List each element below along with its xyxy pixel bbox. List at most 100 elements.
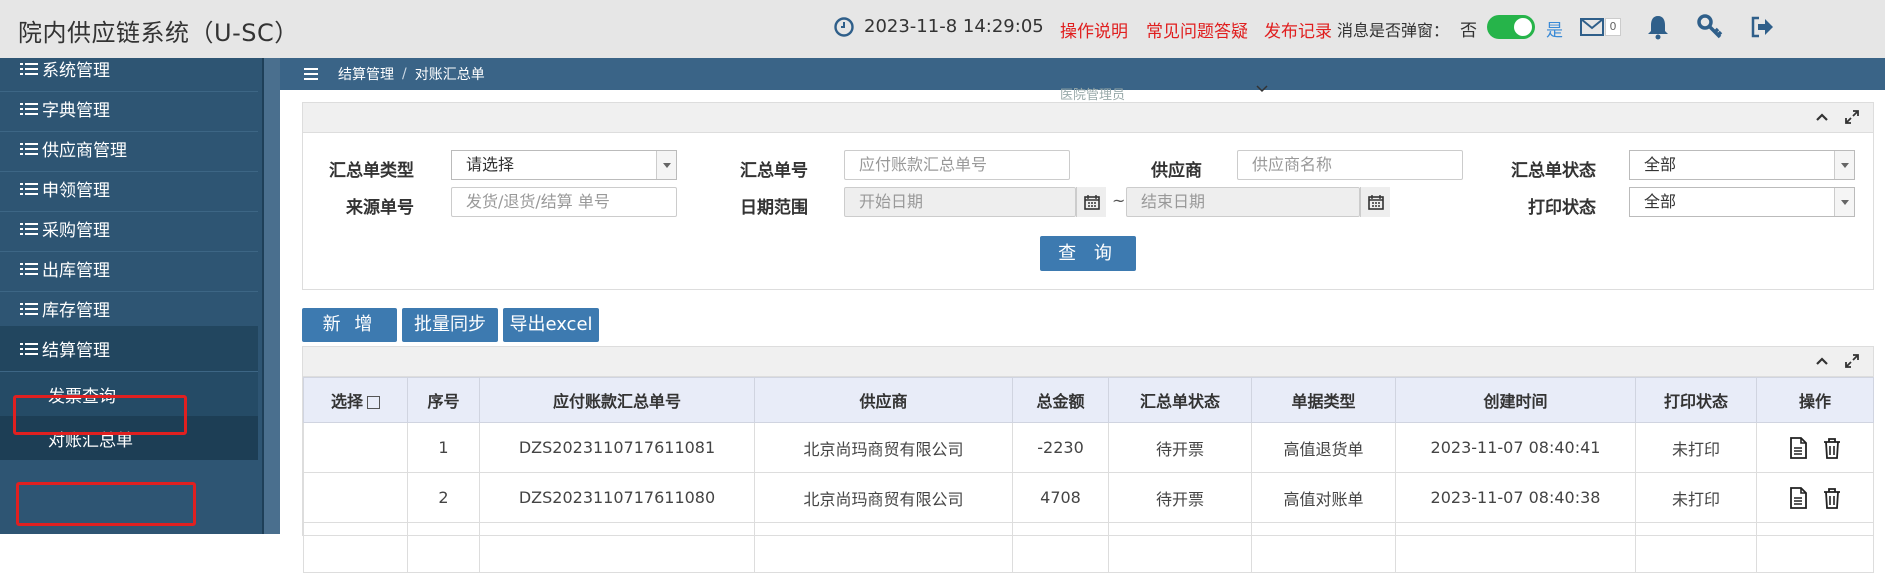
export-excel-button[interactable]: 导出excel xyxy=(503,308,599,342)
sidebar: 系统管理 字典管理 供应商管理 申领管理 采购管理 出库管理 库存管理 结算管理… xyxy=(0,58,262,534)
summary-no-cell: DZS2023110717611081 xyxy=(479,422,755,473)
highlight-box xyxy=(13,395,187,435)
sidebar-item-settlement[interactable]: 结算管理 xyxy=(0,326,258,372)
sidebar-item-label: 采购管理 xyxy=(42,221,110,241)
print-status-select[interactable]: 全部 xyxy=(1629,187,1855,217)
mail-icon[interactable] xyxy=(1580,18,1604,36)
breadcrumb-parent[interactable]: 结算管理 xyxy=(338,64,394,84)
column-header: 供应商 xyxy=(754,377,1013,423)
print-status-value: 全部 xyxy=(1644,192,1677,211)
list-icon xyxy=(20,342,38,355)
chevron-down-icon[interactable] xyxy=(1256,84,1268,94)
expand-icon[interactable] xyxy=(1843,352,1861,370)
summary-no-label: 汇总单号 xyxy=(740,161,808,181)
summary-type-label: 汇总单类型 xyxy=(329,161,414,181)
supplier-label: 供应商 xyxy=(1151,161,1202,181)
popup-toggle[interactable] xyxy=(1487,15,1535,39)
dropdown-arrow-icon xyxy=(656,151,676,179)
created-cell: 2023-11-07 08:40:41 xyxy=(1395,422,1636,473)
summary-status-value: 全部 xyxy=(1644,155,1677,174)
breadcrumb-separator: / xyxy=(402,66,407,82)
select-all-checkbox[interactable] xyxy=(367,396,380,409)
actions-cell xyxy=(1756,472,1874,523)
column-header: 打印状态 xyxy=(1635,377,1757,423)
status-cell: 待开票 xyxy=(1108,472,1252,523)
clock-icon xyxy=(834,17,854,37)
summary-table: 选择 序号 应付账款汇总单号 供应商 总金额 汇总单状态 单据类型 创建时间 打… xyxy=(303,377,1874,573)
faq-link[interactable]: 常见问题答疑 xyxy=(1146,17,1248,42)
date-range-separator: ~ xyxy=(1112,191,1126,210)
toggle-off-label: 否 xyxy=(1460,21,1477,41)
sidebar-item-label: 库存管理 xyxy=(42,301,110,321)
release-notes-link[interactable]: 发布记录 xyxy=(1264,17,1332,42)
expand-icon[interactable] xyxy=(1843,108,1861,126)
print-status-label: 打印状态 xyxy=(1528,198,1596,218)
table-row[interactable]: 2 DZS2023110717611080 北京尚玛商贸有限公司 4708 待开… xyxy=(303,472,1874,523)
column-header: 创建时间 xyxy=(1395,377,1636,423)
summary-type-value: 请选择 xyxy=(466,155,515,174)
end-date-calendar-button[interactable] xyxy=(1360,187,1390,217)
dropdown-arrow-icon xyxy=(1834,151,1854,179)
dropdown-arrow-icon xyxy=(1834,188,1854,216)
actions-cell xyxy=(1756,422,1874,473)
app-title: 院内供应链系统（U-SC） xyxy=(18,19,299,47)
collapse-icon[interactable] xyxy=(1813,108,1831,126)
sidebar-scrollbar[interactable] xyxy=(262,58,280,534)
document-icon[interactable] xyxy=(1788,436,1808,459)
list-icon xyxy=(20,302,38,315)
supplier-input[interactable]: 供应商名称 xyxy=(1237,150,1463,180)
collapse-icon[interactable] xyxy=(1813,352,1831,370)
menu-icon[interactable] xyxy=(304,68,318,80)
key-icon[interactable] xyxy=(1697,14,1723,40)
seq-cell: 1 xyxy=(407,422,480,473)
summary-status-label: 汇总单状态 xyxy=(1511,161,1596,181)
summary-no-input[interactable]: 应付账款汇总单号 xyxy=(844,150,1070,180)
start-date-input[interactable]: 开始日期 xyxy=(844,187,1076,217)
calendar-icon xyxy=(1367,195,1384,210)
source-no-label: 来源单号 xyxy=(346,198,414,218)
logout-icon[interactable] xyxy=(1750,16,1774,38)
end-date-input[interactable]: 结束日期 xyxy=(1126,187,1360,217)
add-button[interactable]: 新 增 xyxy=(302,308,397,342)
start-date-calendar-button[interactable] xyxy=(1076,187,1106,217)
summary-type-select[interactable]: 请选择 xyxy=(451,150,677,180)
column-header: 汇总单状态 xyxy=(1108,377,1252,423)
document-icon[interactable] xyxy=(1788,486,1808,509)
column-header: 单据类型 xyxy=(1251,377,1396,423)
list-icon xyxy=(20,262,38,275)
toggle-on-label: 是 xyxy=(1546,21,1563,41)
amount-cell: -2230 xyxy=(1012,422,1109,473)
top-bar: 院内供应链系统（U-SC） 2023-11-8 14:29:05 操作说明 常见… xyxy=(0,0,1885,58)
bell-icon[interactable] xyxy=(1646,14,1670,40)
mail-count-badge: 0 xyxy=(1605,18,1621,36)
amount-cell: 4708 xyxy=(1012,472,1109,523)
select-header[interactable]: 选择 xyxy=(303,377,408,423)
list-icon xyxy=(20,102,38,115)
table-row[interactable]: 1 DZS2023110717611081 北京尚玛商贸有限公司 -2230 待… xyxy=(303,422,1874,473)
source-no-input[interactable]: 发货/退货/结算 单号 xyxy=(451,187,677,217)
trash-icon[interactable] xyxy=(1822,437,1842,459)
column-header: 应付账款汇总单号 xyxy=(479,377,755,423)
popup-setting-label: 消息是否弹窗： xyxy=(1337,21,1450,40)
column-header: 操作 xyxy=(1756,377,1874,423)
summary-status-select[interactable]: 全部 xyxy=(1629,150,1855,180)
select-cell[interactable] xyxy=(303,422,408,473)
list-icon xyxy=(20,182,38,195)
user-role-text: 医院管理员 xyxy=(1060,88,1126,103)
trash-icon[interactable] xyxy=(1822,487,1842,509)
doc-type-cell: 高值对账单 xyxy=(1251,472,1396,523)
table-row[interactable] xyxy=(303,522,1874,573)
sidebar-item-label: 结算管理 xyxy=(42,341,110,361)
select-cell[interactable] xyxy=(303,472,408,523)
list-icon xyxy=(20,62,38,75)
list-icon xyxy=(20,222,38,235)
doc-type-cell: 高值退货单 xyxy=(1251,422,1396,473)
help-link[interactable]: 操作说明 xyxy=(1060,17,1128,42)
header-label: 选择 xyxy=(330,392,363,411)
query-button[interactable]: 查 询 xyxy=(1040,236,1136,271)
current-datetime: 2023-11-8 14:29:05 xyxy=(864,16,1044,37)
sidebar-item-label: 出库管理 xyxy=(42,261,110,281)
batch-sync-button[interactable]: 批量同步 xyxy=(402,308,498,342)
print-status-cell: 未打印 xyxy=(1635,422,1757,473)
date-range-label: 日期范围 xyxy=(740,198,808,218)
